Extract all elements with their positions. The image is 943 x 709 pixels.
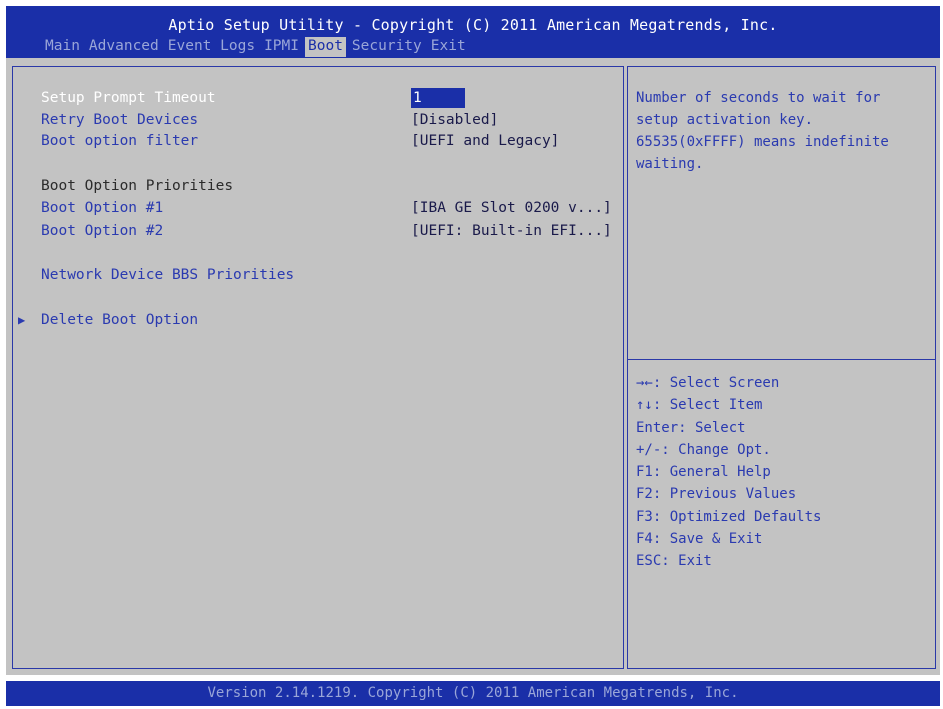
boot-option-1-value[interactable]: [IBA GE Slot 0200 v...] [411,198,612,218]
network-bbs-priorities-row[interactable]: Network Device BBS Priorities [41,265,294,285]
key-enter-select: Enter: Select [636,419,746,436]
help-divider [628,359,935,360]
help-panel: Number of seconds to wait for setup acti… [627,66,936,669]
key-general-help: F1: General Help [636,464,771,481]
setup-prompt-timeout-row[interactable]: Setup Prompt Timeout 1 [41,88,465,108]
boot-option-priorities-label: Boot Option Priorities [41,178,234,194]
help-line: setup activation key. [636,112,814,128]
help-line: 65535(0xFFFF) means indefinite [636,134,889,150]
tab-exit[interactable]: Exit [428,37,469,57]
settings-panel: Setup Prompt Timeout 1 Retry Boot Device… [12,66,624,669]
help-line: Number of seconds to wait for [636,90,881,106]
boot-option-1-label: Boot Option #1 [41,200,164,216]
tab-main[interactable]: Main [42,37,83,57]
boot-option-filter-label: Boot option filter [41,133,199,149]
boot-option-priorities-heading: Boot Option Priorities [41,176,233,196]
tab-advanced[interactable]: Advanced [86,37,162,57]
tab-boot[interactable]: Boot [305,37,346,57]
boot-option-2-label: Boot Option #2 [41,223,164,239]
retry-boot-devices-value[interactable]: [Disabled] [411,110,498,130]
delete-boot-option-label: Delete Boot Option [41,312,199,328]
bios-screen: Aptio Setup Utility - Copyright (C) 2011… [6,6,940,706]
boot-option-filter-row[interactable]: Boot option filter [UEFI and Legacy] [41,131,559,151]
menu-tabs: Main Advanced Event Logs IPMI Boot Secur… [42,37,472,57]
network-bbs-priorities-label: Network Device BBS Priorities [41,267,295,283]
key-save-exit: F4: Save & Exit [636,531,763,548]
boot-option-2-row[interactable]: Boot Option #2 [UEFI: Built-in EFI...] [41,221,612,241]
retry-boot-devices-label: Retry Boot Devices [41,112,199,128]
delete-boot-option-row[interactable]: ▶ Delete Boot Option [18,310,199,330]
header-bar: Aptio Setup Utility - Copyright (C) 2011… [6,6,940,58]
tab-event-logs[interactable]: Event Logs [165,37,258,57]
key-optimized-defaults: F3: Optimized Defaults [636,508,822,525]
key-change-opt: +/-: Change Opt. [636,441,771,458]
key-select-screen: →←: Select Screen [636,375,780,391]
setup-prompt-timeout-label: Setup Prompt Timeout [41,90,216,106]
setup-prompt-timeout-value[interactable]: 1 [411,88,465,108]
retry-boot-devices-row[interactable]: Retry Boot Devices [Disabled] [41,110,498,130]
help-line: waiting. [636,156,704,172]
tab-ipmi[interactable]: IPMI [261,37,302,57]
boot-option-1-row[interactable]: Boot Option #1 [IBA GE Slot 0200 v...] [41,198,612,218]
key-legend: →←: Select Screen ↑↓: Select Item Enter:… [636,372,821,573]
key-select-item: ↑↓: Select Item [636,397,763,414]
tab-security[interactable]: Security [349,37,425,57]
help-text: Number of seconds to wait for setup acti… [636,87,928,175]
boot-option-filter-value[interactable]: [UEFI and Legacy] [411,131,559,151]
key-esc-exit: ESC: Exit [636,553,712,570]
key-previous-values: F2: Previous Values [636,486,797,503]
version-footer: Version 2.14.1219. Copyright (C) 2011 Am… [6,681,940,706]
utility-title: Aptio Setup Utility - Copyright (C) 2011… [168,16,778,34]
boot-option-2-value[interactable]: [UEFI: Built-in EFI...] [411,221,612,241]
main-panel: Setup Prompt Timeout 1 Retry Boot Device… [6,58,940,675]
submenu-arrow-icon: ▶ [18,313,26,327]
